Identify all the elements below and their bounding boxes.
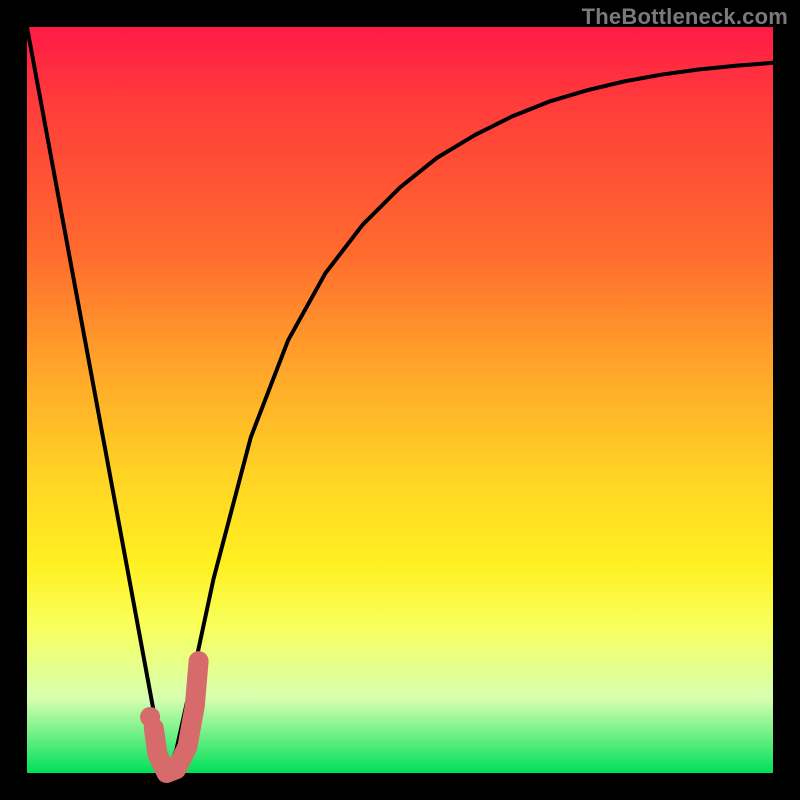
- hook-marker: [154, 661, 199, 773]
- bottleneck-curve: [27, 27, 773, 773]
- marker-dot: [140, 707, 160, 727]
- chart-frame: TheBottleneck.com: [0, 0, 800, 800]
- chart-svg: [27, 27, 773, 773]
- watermark-text: TheBottleneck.com: [582, 4, 788, 30]
